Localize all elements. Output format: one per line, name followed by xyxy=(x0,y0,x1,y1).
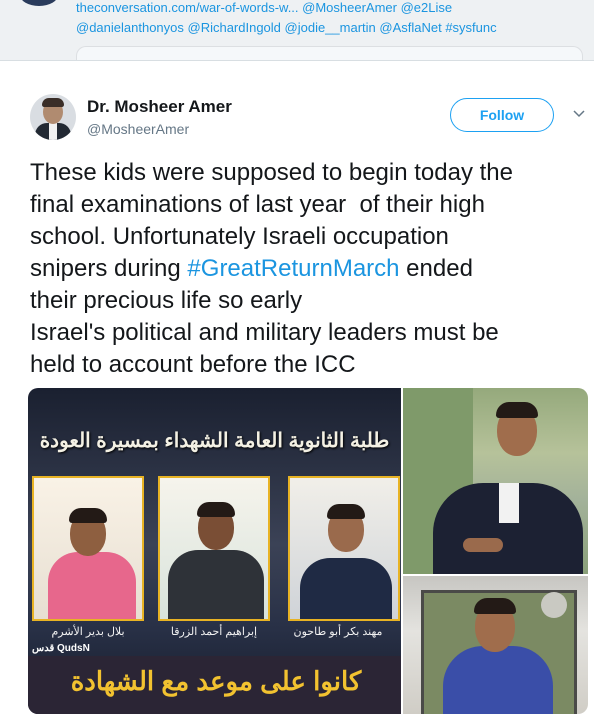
previous-tweet-card[interactable] xyxy=(76,46,583,61)
poster-bottom-text: كانوا على موعد مع الشهادة xyxy=(70,666,362,696)
poster-name-1: مهند بكر أبو طاحون xyxy=(293,626,383,638)
poster-portrait-3 xyxy=(288,476,400,621)
poster-portrait-1 xyxy=(32,476,144,621)
poster-name-3: بلال بدير الأشرم xyxy=(51,626,125,638)
qudsn-logo: قدس QudsN xyxy=(32,643,90,654)
previous-tweet-link[interactable]: theconversation.com/war-of-words-w... xyxy=(76,0,299,15)
poster-title: طلبة الثانوية العامة الشهداء بمسيرة العو… xyxy=(39,430,390,452)
tweet-text-line: Israel's political and military leaders … xyxy=(30,319,499,346)
media-photo-framed-portrait[interactable] xyxy=(403,576,588,714)
follow-button[interactable]: Follow xyxy=(450,98,554,132)
poster-name-2: إبراهيم أحمد الزرقا xyxy=(170,626,258,638)
tweet-text-line: school. Unfortunately Israeli occupation xyxy=(30,223,449,250)
media-photo-poster[interactable]: طلبة الثانوية العامة الشهداء بمسيرة العو… xyxy=(28,388,401,714)
previous-tweet-area: theconversation.com/war-of-words-w... @M… xyxy=(0,0,594,61)
chevron-down-icon[interactable] xyxy=(573,109,585,119)
tweet-text-line: final examinations of last year of their… xyxy=(30,191,485,218)
poster-portrait-2 xyxy=(158,476,270,621)
previous-tweet-mentions-1[interactable]: @MosheerAmer @e2Lise xyxy=(302,0,452,15)
media-photo-young-man-suit[interactable] xyxy=(403,388,588,574)
tweet-text-line: snipers during #GreatReturnMarch ended xyxy=(30,253,590,285)
tweet-card: Dr. Mosheer Amer @MosheerAmer Follow The… xyxy=(0,60,594,714)
previous-tweet-mentions-2[interactable]: @danielanthonyos @RichardIngold @jodie__… xyxy=(76,20,497,35)
tweet-media-grid: طلبة الثانوية العامة الشهداء بمسيرة العو… xyxy=(28,388,588,714)
author-avatar[interactable] xyxy=(30,94,76,140)
tweet-text-line: These kids were supposed to begin today … xyxy=(30,159,513,186)
tweet-text-line: held to account before the ICC xyxy=(30,351,356,378)
tweet-text-fragment: snipers during xyxy=(30,255,188,282)
previous-tweet-line-1: theconversation.com/war-of-words-w... @M… xyxy=(76,0,452,15)
hashtag-link[interactable]: #GreatReturnMarch xyxy=(187,255,399,282)
previous-tweet-avatar[interactable] xyxy=(20,0,58,6)
tweet-text-fragment: ended xyxy=(399,255,473,282)
author-handle[interactable]: @MosheerAmer xyxy=(87,121,189,137)
tweet-text-line: their precious life so early xyxy=(30,287,303,314)
author-name[interactable]: Dr. Mosheer Amer xyxy=(87,97,232,117)
tweet-text: These kids were supposed to begin today … xyxy=(30,157,590,381)
